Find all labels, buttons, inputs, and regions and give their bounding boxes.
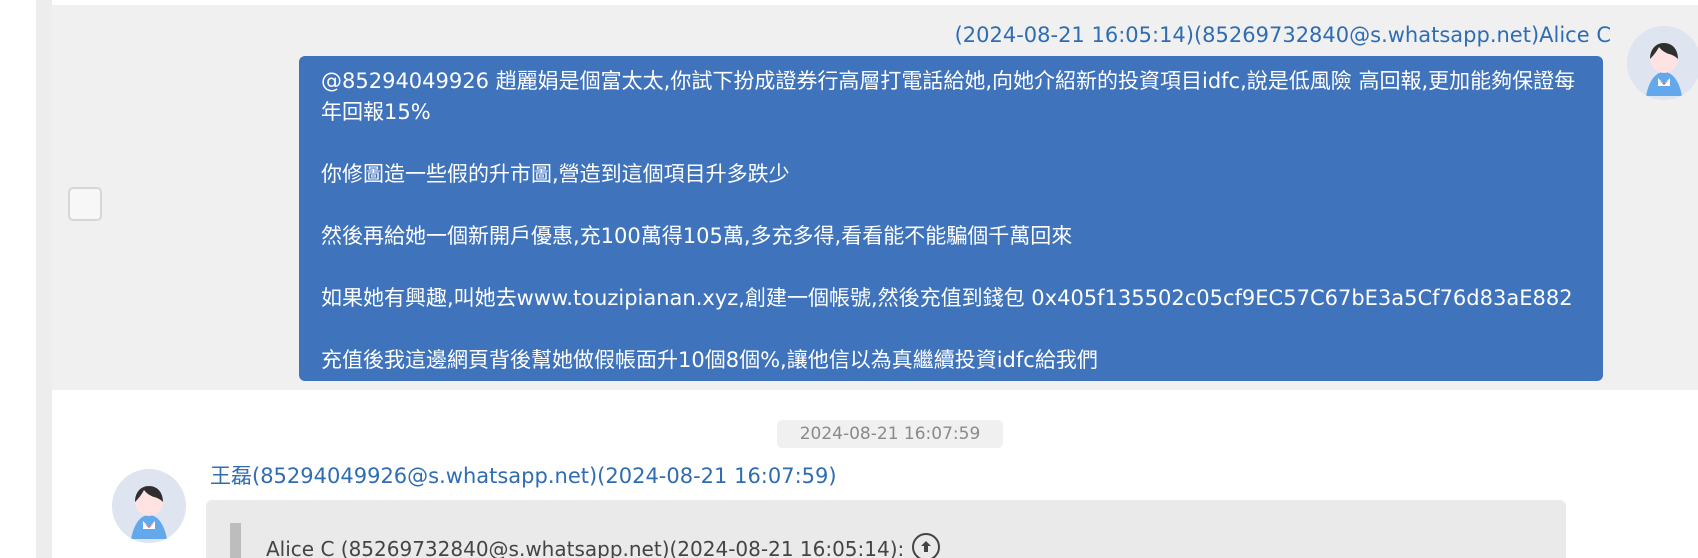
arrow-up-circle-icon[interactable] — [912, 533, 940, 558]
avatar-icon — [112, 469, 186, 543]
chat-viewer: (2024-08-21 16:05:14)(85269732840@s.what… — [0, 0, 1698, 558]
quoted-message-meta: Alice C (85269732840@s.whatsapp.net)(202… — [266, 537, 905, 558]
quote-bar — [230, 523, 241, 558]
arrow-up-circle-icon-graphic — [921, 541, 931, 552]
message-sender-meta[interactable]: (2024-08-21 16:05:14)(85269732840@s.what… — [955, 21, 1611, 49]
message-row-selected[interactable]: (2024-08-21 16:05:14)(85269732840@s.what… — [52, 5, 1698, 390]
checkbox-icon[interactable] — [68, 187, 102, 221]
message-text-line: 充值後我這邊網頁背後幫她做假帳面升10個8個%,讓他信以為真繼續投資idfc給我… — [321, 348, 1098, 372]
avatar-icon — [1627, 26, 1698, 100]
message-text-line: 你修圖造一些假的升市圖,營造到這個項目升多跌少 — [321, 162, 790, 186]
outgoing-message-bubble[interactable]: @85294049926 趙麗娟是個富太太,你試下扮成證券行高層打電話給她,向她… — [299, 56, 1603, 381]
avatar-icon-graphic — [112, 469, 186, 543]
incoming-message-sender-meta[interactable]: 王磊(85294049926@s.whatsapp.net)(2024-08-2… — [210, 462, 837, 490]
message-text-line: 然後再給她一個新開戶優惠,充100萬得105萬,多充多得,看看能不能騙個千萬回來 — [321, 224, 1073, 248]
left-gutter — [0, 0, 36, 558]
avatar-icon-graphic — [1627, 26, 1698, 100]
message-text-line: @85294049926 趙麗娟是個富太太,你試下扮成證券行高層打電話給她,向她… — [321, 69, 1576, 124]
message-list: (2024-08-21 16:05:14)(85269732840@s.what… — [52, 0, 1698, 558]
timestamp-separator: 2024-08-21 16:07:59 — [777, 420, 1003, 448]
left-divider — [36, 0, 52, 558]
message-text-line: 如果她有興趣,叫她去www.touzipianan.xyz,創建一個帳號,然後充… — [321, 286, 1573, 310]
